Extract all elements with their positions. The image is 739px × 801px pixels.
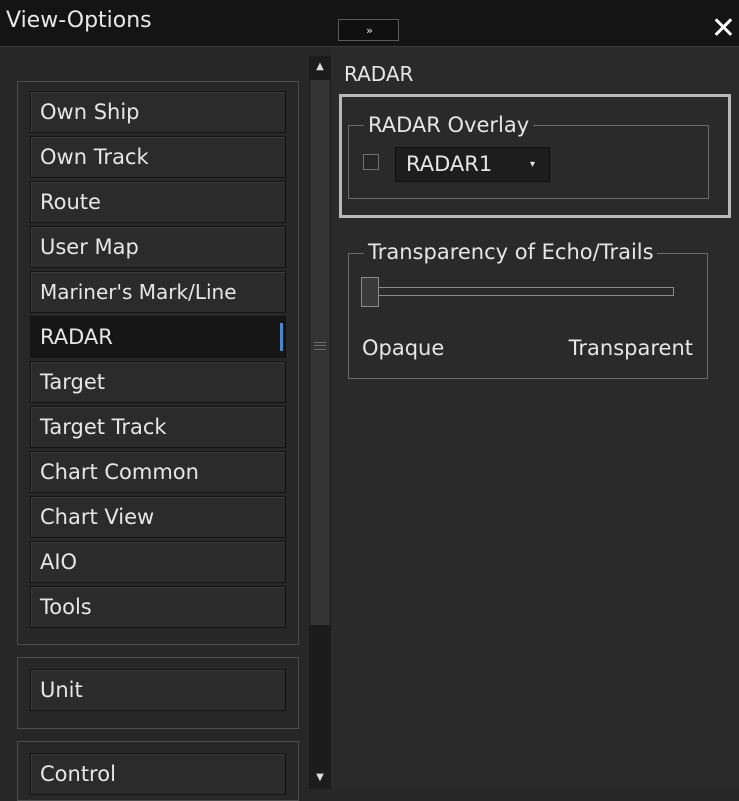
transparency-slider-track[interactable] bbox=[377, 287, 674, 296]
nav-item-radar[interactable]: RADAR bbox=[30, 316, 286, 358]
scrollbar-thumb[interactable] bbox=[310, 80, 330, 625]
nav-item-aio[interactable]: AIO bbox=[30, 541, 286, 583]
nav-item-label: User Map bbox=[40, 235, 139, 259]
scroll-up-icon[interactable]: ▲ bbox=[309, 56, 331, 78]
nav-item-label: Route bbox=[40, 190, 101, 214]
transparency-legend: Transparency of Echo/Trails bbox=[364, 240, 657, 264]
radar-source-dropdown[interactable]: RADAR1 ▾ bbox=[395, 147, 550, 182]
dropdown-value: RADAR1 bbox=[406, 152, 493, 176]
nav-item-route[interactable]: Route bbox=[30, 181, 286, 223]
nav-item-own-ship[interactable]: Own Ship bbox=[30, 91, 286, 133]
nav-item-mariners-mark-line[interactable]: Mariner's Mark/Line bbox=[30, 271, 286, 313]
window-title: View-Options bbox=[6, 8, 152, 33]
nav-item-chart-view[interactable]: Chart View bbox=[30, 496, 286, 538]
nav-item-label: AIO bbox=[40, 550, 78, 574]
nav-item-label: Unit bbox=[40, 678, 83, 702]
transparency-group bbox=[348, 253, 708, 379]
double-arrow-right-icon: ›› bbox=[366, 23, 373, 37]
nav-item-chart-common[interactable]: Chart Common bbox=[30, 451, 286, 493]
nav-item-label: Mariner's Mark/Line bbox=[40, 280, 237, 304]
scroll-down-icon[interactable]: ▼ bbox=[309, 767, 331, 789]
nav-item-label: Own Ship bbox=[40, 100, 140, 124]
nav-item-own-track[interactable]: Own Track bbox=[30, 136, 286, 178]
nav-item-label: Chart Common bbox=[40, 460, 199, 484]
expand-button[interactable]: ›› bbox=[338, 19, 399, 41]
nav-item-target-track[interactable]: Target Track bbox=[30, 406, 286, 448]
chevron-down-icon: ▾ bbox=[529, 159, 535, 170]
selection-indicator bbox=[280, 323, 283, 351]
nav-item-target[interactable]: Target bbox=[30, 361, 286, 403]
nav-item-label: Target bbox=[40, 370, 105, 394]
nav-item-label: Control bbox=[40, 762, 116, 786]
transparency-slider-thumb[interactable] bbox=[361, 277, 379, 307]
nav-item-label: Tools bbox=[40, 595, 92, 619]
section-heading: RADAR bbox=[344, 62, 414, 86]
nav-item-label: RADAR bbox=[40, 325, 113, 349]
close-icon: ✕ bbox=[710, 11, 737, 46]
grip-icon bbox=[314, 342, 326, 350]
close-button[interactable]: ✕ bbox=[708, 14, 739, 44]
radar-overlay-checkbox[interactable] bbox=[363, 154, 379, 170]
slider-min-label: Opaque bbox=[362, 336, 445, 360]
title-bar: View-Options ›› ✕ bbox=[0, 0, 739, 47]
nav-item-tools[interactable]: Tools bbox=[30, 586, 286, 628]
nav-item-label: Own Track bbox=[40, 145, 149, 169]
nav-item-user-map[interactable]: User Map bbox=[30, 226, 286, 268]
nav-item-label: Target Track bbox=[40, 415, 167, 439]
nav-scrollbar[interactable]: ▲ ▼ bbox=[309, 56, 331, 789]
nav-item-unit[interactable]: Unit bbox=[30, 669, 286, 711]
slider-max-label: Transparent bbox=[568, 336, 693, 360]
nav-item-label: Chart View bbox=[40, 505, 155, 529]
radar-overlay-legend: RADAR Overlay bbox=[364, 113, 534, 137]
